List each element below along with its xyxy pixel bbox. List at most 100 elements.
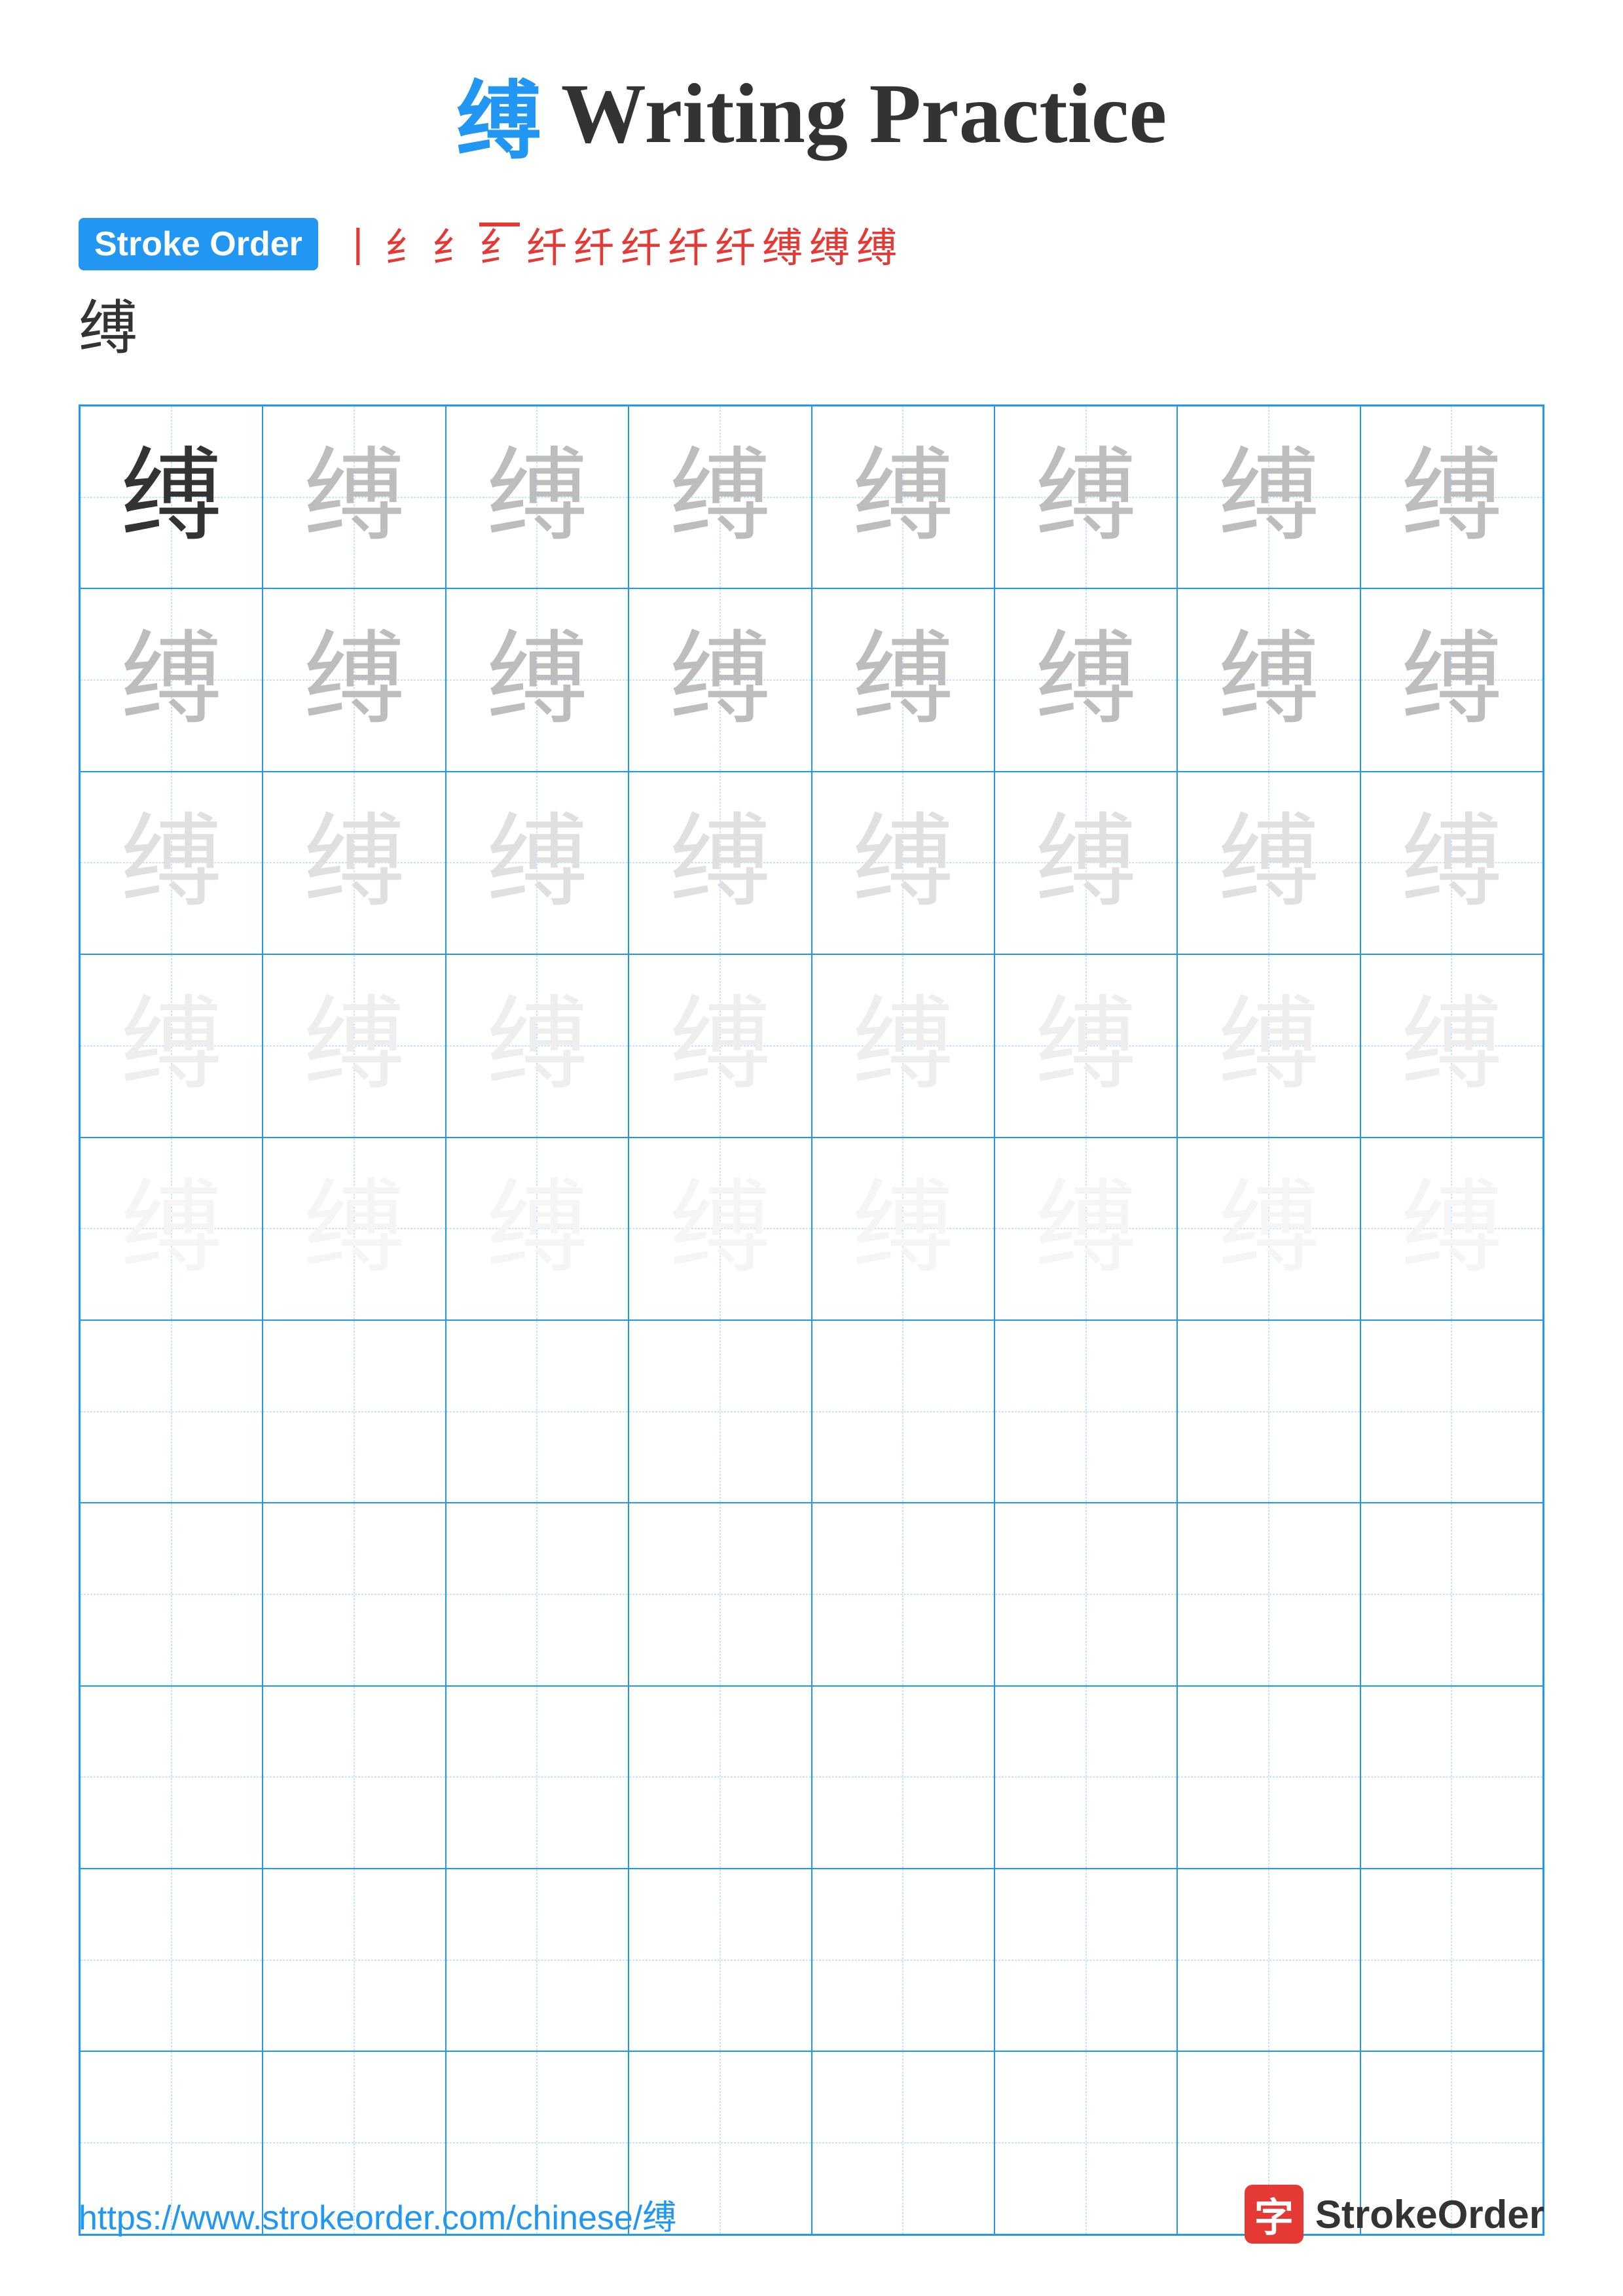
grid-cell[interactable]: 缚 [80,772,263,954]
title-text: Writing Practice [561,65,1167,163]
cell-char: 缚 [304,630,405,731]
grid-cell[interactable]: 缚 [1177,406,1360,588]
grid-cell-empty[interactable] [80,1503,263,1685]
grid-cell[interactable]: 缚 [1360,954,1543,1137]
grid-cell[interactable]: 缚 [1360,1138,1543,1320]
grid-cell[interactable]: 缚 [1360,588,1543,771]
grid-cell[interactable]: 缚 [629,1138,811,1320]
title-chinese-char: 缚 [456,52,541,175]
grid-cell[interactable]: 缚 [263,772,445,954]
grid-cell-empty[interactable] [80,1869,263,2051]
cell-char: 缚 [304,995,405,1096]
grid-cell-empty[interactable] [629,1686,811,1869]
grid-cell[interactable]: 缚 [446,588,629,771]
grid-cell-empty[interactable] [446,1869,629,2051]
grid-cell-empty[interactable] [629,1320,811,1503]
grid-cell-empty[interactable] [263,1503,445,1685]
cell-char: 缚 [1218,446,1319,548]
grid-cell-empty[interactable] [1177,1869,1360,2051]
cell-char: 缚 [1035,630,1137,731]
grid-cell[interactable]: 缚 [629,406,811,588]
grid-cell-empty[interactable] [80,1686,263,1869]
grid-cell-empty[interactable] [263,1686,445,1869]
grid-cell[interactable]: 缚 [629,954,811,1137]
grid-cell-empty[interactable] [1360,1686,1543,1869]
stroke-char-9: 纤 [715,215,756,274]
grid-cell-empty[interactable] [812,1503,994,1685]
grid-cell[interactable]: 缚 [994,772,1177,954]
grid-cell[interactable]: 缚 [1177,1138,1360,1320]
grid-cell-empty[interactable] [263,1320,445,1503]
grid-cell[interactable]: 缚 [812,406,994,588]
grid-cell-empty[interactable] [994,1869,1177,2051]
stroke-char-4: 纟 [479,215,520,274]
grid-cell[interactable]: 缚 [1177,588,1360,771]
logo-text: StrokeOrder [1315,2192,1544,2237]
cell-char: 缚 [120,812,222,914]
cell-char: 缚 [304,446,405,548]
grid-cell[interactable]: 缚 [263,588,445,771]
grid-cell-empty[interactable] [812,1869,994,2051]
grid-cell-empty[interactable] [1177,1320,1360,1503]
grid-cell-empty[interactable] [80,1320,263,1503]
stroke-order-badge: Stroke Order [79,218,318,270]
footer-logo: 字 StrokeOrder [1245,2185,1544,2244]
grid-cell-empty[interactable] [263,1869,445,2051]
stroke-char-3: 纟 [432,215,473,274]
grid-cell[interactable]: 缚 [80,406,263,588]
grid-cell[interactable]: 缚 [994,1138,1177,1320]
grid-cell[interactable]: 缚 [263,1138,445,1320]
writing-grid[interactable]: 缚 缚 缚 缚 缚 缚 缚 缚 缚 缚 缚 [79,404,1544,2236]
stroke-char-7: 纤 [621,215,661,274]
grid-cell[interactable]: 缚 [1177,772,1360,954]
grid-cell-empty[interactable] [812,1686,994,1869]
cell-char: 缚 [1401,446,1503,548]
cell-char: 缚 [852,446,954,548]
grid-cell[interactable]: 缚 [994,406,1177,588]
grid-cell[interactable]: 缚 [812,954,994,1137]
cell-char: 缚 [1401,812,1503,914]
grid-cell[interactable]: 缚 [263,406,445,588]
grid-cell[interactable]: 缚 [446,772,629,954]
grid-cell-empty[interactable] [446,1320,629,1503]
grid-cell[interactable]: 缚 [446,954,629,1137]
grid-cell-empty[interactable] [446,1503,629,1685]
grid-cell[interactable]: 缚 [446,1138,629,1320]
grid-cell-empty[interactable] [1177,1503,1360,1685]
grid-cell-empty[interactable] [1360,1503,1543,1685]
grid-cell-empty[interactable] [994,1320,1177,1503]
grid-cell[interactable]: 缚 [994,588,1177,771]
grid-cell-empty[interactable] [812,1320,994,1503]
page: 缚 Writing Practice Stroke Order 丨 纟 纟 纟 … [0,0,1623,2296]
stroke-char-10: 缚 [762,215,803,274]
grid-cell[interactable]: 缚 [446,406,629,588]
grid-cell[interactable]: 缚 [80,1138,263,1320]
grid-cell[interactable]: 缚 [629,588,811,771]
grid-cell-empty[interactable] [1360,1320,1543,1503]
footer-url[interactable]: https://www.strokeorder.com/chinese/缚 [79,2190,676,2239]
grid-cell[interactable]: 缚 [812,588,994,771]
grid-cell-empty[interactable] [629,1503,811,1685]
footer: https://www.strokeorder.com/chinese/缚 字 … [79,2185,1544,2244]
cell-char: 缚 [669,812,771,914]
grid-cell[interactable]: 缚 [80,588,263,771]
grid-cell[interactable]: 缚 [629,772,811,954]
cell-char: 缚 [1035,1178,1137,1280]
grid-cell-empty[interactable] [994,1503,1177,1685]
grid-cell[interactable]: 缚 [812,1138,994,1320]
grid-cell[interactable]: 缚 [812,772,994,954]
grid-cell[interactable]: 缚 [994,954,1177,1137]
cell-char: 缚 [852,995,954,1096]
grid-cell[interactable]: 缚 [1177,954,1360,1137]
grid-cell-empty[interactable] [1360,1869,1543,2051]
stroke-char-2: 纟 [385,215,426,274]
cell-char: 缚 [304,1178,405,1280]
grid-cell[interactable]: 缚 [1360,772,1543,954]
grid-cell[interactable]: 缚 [263,954,445,1137]
grid-cell[interactable]: 缚 [1360,406,1543,588]
grid-cell-empty[interactable] [1177,1686,1360,1869]
grid-cell-empty[interactable] [446,1686,629,1869]
grid-cell[interactable]: 缚 [80,954,263,1137]
grid-cell-empty[interactable] [629,1869,811,2051]
grid-cell-empty[interactable] [994,1686,1177,1869]
